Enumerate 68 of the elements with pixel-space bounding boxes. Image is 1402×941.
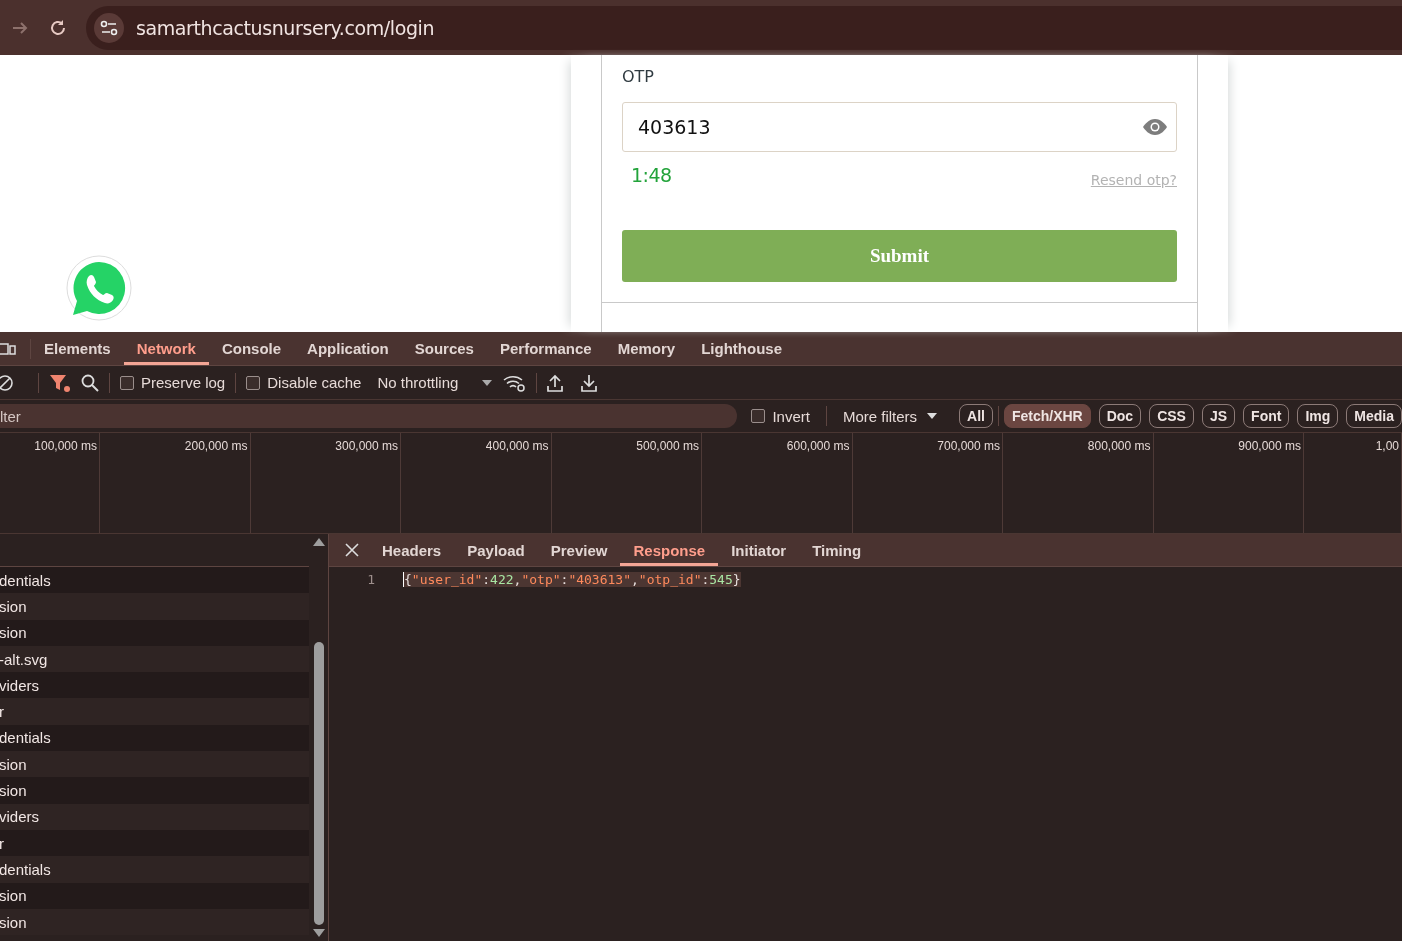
eye-icon[interactable] bbox=[1143, 119, 1167, 135]
caret-icon[interactable] bbox=[482, 379, 493, 386]
clear-icon[interactable] bbox=[0, 373, 14, 392]
request-name[interactable]: sion bbox=[0, 755, 27, 773]
detail-tab[interactable]: Timing bbox=[799, 534, 875, 566]
scroll-up-icon[interactable] bbox=[312, 538, 325, 546]
timeline-tick-label: 800,000 ms bbox=[1087, 439, 1151, 453]
request-name[interactable]: sion bbox=[0, 887, 27, 905]
devtools-tab[interactable]: Console bbox=[208, 332, 295, 365]
devtools-tab[interactable]: Application bbox=[294, 332, 402, 365]
countdown-timer: 1:48 bbox=[631, 164, 672, 186]
response-json: {"user_id":422,"otp":"403613","otp_id":545} bbox=[403, 572, 741, 587]
detail-tab[interactable]: Headers bbox=[369, 534, 455, 566]
preserve-log-checkbox[interactable]: Preserve log bbox=[120, 374, 226, 391]
request-name[interactable]: dentials bbox=[0, 571, 51, 589]
timeline-tick-label: 1,00 bbox=[1375, 439, 1399, 453]
otp-label: OTP bbox=[622, 67, 654, 86]
url-text[interactable]: samarthcactusnursery.com/login bbox=[136, 16, 435, 39]
type-filter-chip[interactable]: Img bbox=[1297, 404, 1339, 428]
type-filter-chip[interactable]: JS bbox=[1201, 404, 1236, 428]
caret-icon[interactable] bbox=[927, 413, 938, 419]
download-icon[interactable] bbox=[581, 373, 598, 392]
devtools-tab[interactable]: Lighthouse bbox=[688, 332, 796, 365]
devtools-tab[interactable]: Performance bbox=[486, 332, 605, 365]
timeline-tick-label: 400,000 ms bbox=[485, 439, 549, 453]
throttling-dropdown[interactable]: No throttling bbox=[377, 374, 493, 391]
request-name[interactable]: sion bbox=[0, 597, 27, 615]
type-filter-chip[interactable]: Fetch/XHR bbox=[1003, 404, 1091, 428]
timeline-tick-label: 200,000 ms bbox=[184, 439, 248, 453]
upload-icon[interactable] bbox=[547, 373, 564, 392]
type-filter-chip[interactable]: All bbox=[959, 404, 993, 428]
request-name[interactable]: sion bbox=[0, 913, 27, 931]
timeline-tick-label: 600,000 ms bbox=[786, 439, 850, 453]
network-conditions-icon[interactable] bbox=[502, 373, 527, 392]
request-name[interactable]: dentials bbox=[0, 860, 51, 878]
request-name[interactable]: dentials bbox=[0, 729, 51, 747]
devtools-tab[interactable]: Memory bbox=[604, 332, 689, 365]
timeline-tick-label: 900,000 ms bbox=[1238, 439, 1301, 453]
type-filter-chip[interactable]: CSS bbox=[1149, 404, 1194, 428]
request-name[interactable]: r bbox=[0, 834, 4, 852]
detail-tab[interactable]: Initiator bbox=[718, 534, 800, 566]
search-icon[interactable] bbox=[81, 373, 99, 392]
type-filter-chip[interactable]: Font bbox=[1243, 404, 1290, 428]
devtools-tab[interactable]: Sources bbox=[401, 332, 487, 365]
devtools-tab[interactable]: Network bbox=[123, 332, 209, 365]
detail-tab[interactable]: Payload bbox=[454, 534, 538, 566]
filter-field[interactable]: lter bbox=[0, 404, 738, 428]
timeline-tick-label: 300,000 ms bbox=[335, 439, 398, 453]
site-settings-icon[interactable] bbox=[94, 12, 124, 43]
filter-icon[interactable] bbox=[49, 372, 71, 393]
request-name[interactable]: -alt.svg bbox=[0, 650, 48, 668]
request-name[interactable]: sion bbox=[0, 624, 27, 642]
disable-cache-checkbox[interactable]: Disable cache bbox=[246, 374, 362, 391]
more-filters-dropdown[interactable]: More filters bbox=[842, 407, 938, 425]
line-number: 1 bbox=[366, 572, 375, 587]
timeline-tick-label: 100,000 ms bbox=[34, 439, 97, 453]
detail-tab[interactable]: Response bbox=[620, 534, 719, 566]
type-filter-chip[interactable]: Media bbox=[1346, 404, 1402, 428]
request-name[interactable]: r bbox=[0, 703, 4, 721]
otp-field[interactable]: 403613 bbox=[622, 102, 1177, 152]
type-filter-chip[interactable]: Doc bbox=[1098, 404, 1142, 428]
scroll-down-icon[interactable] bbox=[312, 929, 325, 937]
invert-checkbox[interactable]: Invert bbox=[751, 407, 810, 425]
timeline-tick-label: 700,000 ms bbox=[937, 439, 1000, 453]
devtools-tab[interactable]: Elements bbox=[31, 332, 124, 365]
detail-tab[interactable]: Preview bbox=[537, 534, 621, 566]
request-name[interactable]: sion bbox=[0, 782, 27, 799]
timeline-tick-label: 500,000 ms bbox=[636, 439, 699, 453]
